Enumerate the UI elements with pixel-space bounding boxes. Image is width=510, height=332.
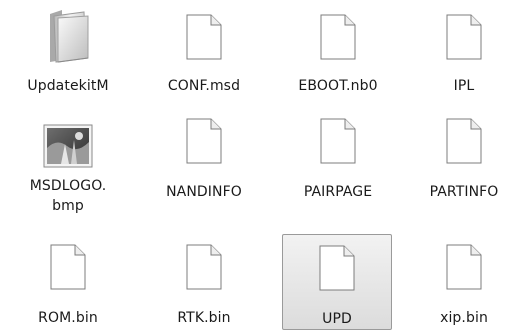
file-name-label: ROM.bin: [38, 310, 98, 326]
file-name-label: UpdatekitM: [27, 78, 109, 94]
blank-file-icon: [446, 244, 482, 290]
file-name-label: EBOOT.nb0: [298, 78, 378, 94]
file-name-label: RTK.bin: [177, 310, 231, 326]
bitmap-image-icon: [43, 124, 93, 168]
folder-icon: [44, 8, 92, 64]
file-item-nandinfo[interactable]: NANDINFO: [140, 118, 268, 218]
file-name-label: IPL: [453, 78, 475, 94]
blank-file-icon: [50, 244, 86, 290]
file-item-ipl[interactable]: IPL: [400, 0, 510, 100]
blank-file-icon: [186, 14, 222, 60]
file-item-updatekitm[interactable]: UpdatekitM: [4, 0, 132, 100]
blank-file-icon: [320, 14, 356, 60]
file-name-label: MSDLOGO. bmp: [29, 178, 107, 214]
file-item-xip-bin[interactable]: xip.bin: [400, 232, 510, 332]
blank-file-icon: [186, 118, 222, 164]
file-item-msdlogo-bmp[interactable]: MSDLOGO. bmp: [4, 118, 132, 218]
file-item-pairpage[interactable]: PAIRPAGE: [274, 118, 402, 218]
file-item-eboot-nb0[interactable]: EBOOT.nb0: [274, 0, 402, 100]
blank-file-icon: [446, 118, 482, 164]
blank-file-icon: [186, 244, 222, 290]
file-item-rtk-bin[interactable]: RTK.bin: [140, 232, 268, 332]
file-item-upd[interactable]: UPD: [282, 234, 392, 330]
file-name-label: NANDINFO: [166, 184, 242, 200]
blank-file-icon: [319, 245, 355, 291]
file-item-rom-bin[interactable]: ROM.bin: [4, 232, 132, 332]
file-name-label: PAIRPAGE: [303, 184, 373, 200]
file-view: UpdatekitM CONF.msd EBOOT.nb0 IPL MSDLOG…: [0, 0, 510, 330]
blank-file-icon: [320, 118, 356, 164]
file-item-partinfo[interactable]: PARTINFO: [400, 118, 510, 218]
file-name-label: CONF.msd: [167, 78, 241, 94]
file-name-label: PARTINFO: [429, 184, 499, 200]
file-name-label: xip.bin: [440, 310, 488, 326]
blank-file-icon: [446, 14, 482, 60]
file-item-conf-msd[interactable]: CONF.msd: [140, 0, 268, 100]
file-name-label: UPD: [322, 311, 352, 327]
